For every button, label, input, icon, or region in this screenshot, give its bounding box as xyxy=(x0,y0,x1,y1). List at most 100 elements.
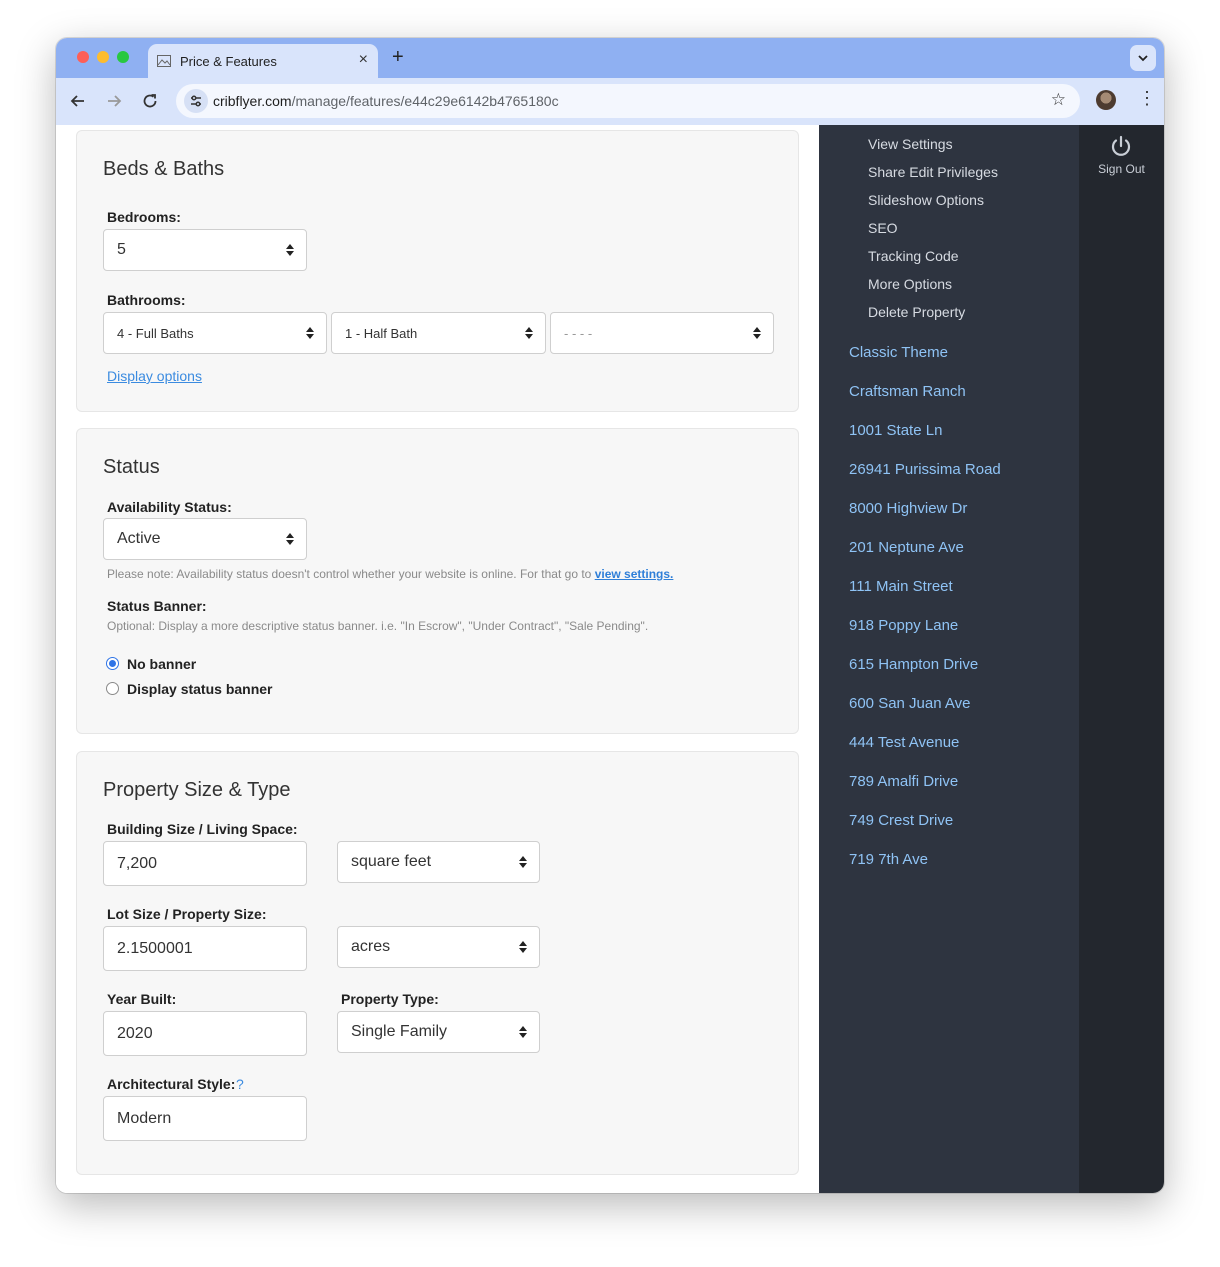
lot-size-input[interactable]: 2.1500001 xyxy=(103,926,307,971)
reload-icon[interactable] xyxy=(141,92,159,110)
property-link[interactable]: 749 Crest Drive xyxy=(849,812,953,829)
status-banner-label: Status Banner: xyxy=(107,598,207,614)
select-arrows-icon xyxy=(519,941,527,953)
architectural-style-help-link[interactable]: ? xyxy=(236,1076,244,1092)
property-link[interactable]: 444 Test Avenue xyxy=(849,734,959,751)
address-bar[interactable]: cribflyer.com/manage/features/e44c29e614… xyxy=(176,84,1080,118)
display-options-link[interactable]: Display options xyxy=(107,368,202,384)
more-menu-icon[interactable]: ⋮ xyxy=(1138,88,1156,109)
property-link[interactable]: 1001 State Ln xyxy=(849,422,942,439)
availability-status-select[interactable]: Active xyxy=(103,518,307,560)
availability-status-value: Active xyxy=(117,530,161,547)
tab-search-button[interactable] xyxy=(1130,45,1156,71)
close-tab-icon[interactable]: × xyxy=(359,51,368,69)
new-tab-icon[interactable]: + xyxy=(392,46,404,69)
lot-size-value: 2.1500001 xyxy=(117,940,193,957)
browser-window: Price & Features × + cribflyer.com/manag… xyxy=(56,38,1164,1193)
property-link[interactable]: Classic Theme xyxy=(849,344,948,361)
building-size-unit-select[interactable]: square feet xyxy=(337,841,540,883)
site-settings-icon[interactable] xyxy=(184,89,208,113)
page-viewport: Beds & Baths Bedrooms: 5 Bathrooms: 4 - … xyxy=(56,125,1164,1193)
sidebar-item-more-options[interactable]: More Options xyxy=(868,276,952,292)
bedrooms-label: Bedrooms: xyxy=(107,209,181,225)
sidebar-item-slideshow-options[interactable]: Slideshow Options xyxy=(868,192,984,208)
zoom-window-button[interactable] xyxy=(117,51,129,63)
select-arrows-icon xyxy=(286,533,294,545)
status-banner-note: Optional: Display a more descriptive sta… xyxy=(107,619,649,633)
tab-price-features[interactable]: Price & Features × xyxy=(148,44,378,78)
lot-size-unit-select[interactable]: acres xyxy=(337,926,540,968)
lot-size-label: Lot Size / Property Size: xyxy=(107,906,267,922)
property-link[interactable]: 8000 Highview Dr xyxy=(849,500,967,517)
sidebar-item-share-edit-privileges[interactable]: Share Edit Privileges xyxy=(868,164,998,180)
year-built-value: 2020 xyxy=(117,1025,153,1042)
architectural-style-label: Architectural Style: xyxy=(107,1076,236,1092)
sidebar-item-tracking-code[interactable]: Tracking Code xyxy=(868,248,959,264)
property-link[interactable]: 26941 Purissima Road xyxy=(849,461,1001,478)
property-sidebar: View Settings Share Edit Privileges Slid… xyxy=(819,125,1079,1193)
status-panel: Status Availability Status: Active Pleas… xyxy=(76,428,799,734)
half-baths-value: 1 - Half Bath xyxy=(345,326,418,341)
display-banner-radio[interactable] xyxy=(106,682,119,695)
property-link[interactable]: 600 San Juan Ave xyxy=(849,695,971,712)
year-built-input[interactable]: 2020 xyxy=(103,1011,307,1056)
profile-avatar[interactable] xyxy=(1096,90,1116,110)
url-host: cribflyer.com xyxy=(213,93,292,109)
select-arrows-icon xyxy=(286,244,294,256)
property-link[interactable]: 201 Neptune Ave xyxy=(849,539,964,556)
sign-out-label: Sign Out xyxy=(1098,162,1145,176)
half-baths-select[interactable]: 1 - Half Bath xyxy=(331,312,546,354)
property-link[interactable]: Craftsman Ranch xyxy=(849,383,966,400)
property-link[interactable]: 918 Poppy Lane xyxy=(849,617,958,634)
sidebar-item-seo[interactable]: SEO xyxy=(868,220,898,236)
close-window-button[interactable] xyxy=(77,51,89,63)
property-link[interactable]: 615 Hampton Drive xyxy=(849,656,978,673)
image-icon xyxy=(157,55,171,67)
no-banner-radio[interactable] xyxy=(106,657,119,670)
availability-note: Please note: Availability status doesn't… xyxy=(107,567,673,581)
architectural-style-value: Modern xyxy=(117,1110,172,1127)
property-type-value: Single Family xyxy=(351,1023,448,1040)
bathrooms-label: Bathrooms: xyxy=(107,292,186,308)
select-arrows-icon xyxy=(306,327,314,339)
url-text[interactable]: cribflyer.com/manage/features/e44c29e614… xyxy=(213,93,559,109)
status-heading: Status xyxy=(103,456,160,478)
view-settings-link[interactable]: view settings. xyxy=(595,567,674,581)
sidebar-item-view-settings[interactable]: View Settings xyxy=(868,136,953,152)
beds-baths-panel: Beds & Baths Bedrooms: 5 Bathrooms: 4 - … xyxy=(76,130,799,412)
property-link[interactable]: 789 Amalfi Drive xyxy=(849,773,958,790)
select-arrows-icon xyxy=(519,1026,527,1038)
bookmark-star-icon[interactable]: ☆ xyxy=(1051,90,1066,110)
other-baths-select[interactable]: - - - - xyxy=(550,312,774,354)
architectural-style-input[interactable]: Modern xyxy=(103,1096,307,1141)
power-icon xyxy=(1111,135,1131,156)
full-baths-select[interactable]: 4 - Full Baths xyxy=(103,312,327,354)
back-arrow-icon[interactable] xyxy=(69,92,87,110)
property-type-label: Property Type: xyxy=(341,991,439,1007)
building-size-input[interactable]: 7,200 xyxy=(103,841,307,886)
property-link[interactable]: 111 Main Street xyxy=(849,578,953,595)
beds-baths-heading: Beds & Baths xyxy=(103,158,225,180)
minimize-window-button[interactable] xyxy=(97,51,109,63)
no-banner-label[interactable]: No banner xyxy=(127,656,196,672)
property-type-select[interactable]: Single Family xyxy=(337,1011,540,1053)
select-arrows-icon xyxy=(525,327,533,339)
chevron-down-icon xyxy=(1138,55,1148,62)
lot-size-unit-value: acres xyxy=(351,938,391,955)
sign-out-button[interactable]: Sign Out xyxy=(1079,125,1164,185)
select-arrows-icon xyxy=(753,327,761,339)
bedrooms-value: 5 xyxy=(117,241,126,258)
tab-bar: Price & Features × + xyxy=(56,38,1164,78)
main-content: Beds & Baths Bedrooms: 5 Bathrooms: 4 - … xyxy=(56,125,819,1193)
property-size-type-heading: Property Size & Type xyxy=(103,779,291,801)
bedrooms-select[interactable]: 5 xyxy=(103,229,307,271)
property-link[interactable]: 719 7th Ave xyxy=(849,851,928,868)
building-size-label: Building Size / Living Space: xyxy=(107,821,298,837)
year-built-label: Year Built: xyxy=(107,991,177,1007)
forward-arrow-icon[interactable] xyxy=(105,92,123,110)
full-baths-value: 4 - Full Baths xyxy=(117,326,194,341)
display-banner-label[interactable]: Display status banner xyxy=(127,681,273,697)
sidebar-item-delete-property[interactable]: Delete Property xyxy=(868,304,965,320)
property-size-type-panel: Property Size & Type Building Size / Liv… xyxy=(76,751,799,1175)
tab-title: Price & Features xyxy=(180,54,277,69)
